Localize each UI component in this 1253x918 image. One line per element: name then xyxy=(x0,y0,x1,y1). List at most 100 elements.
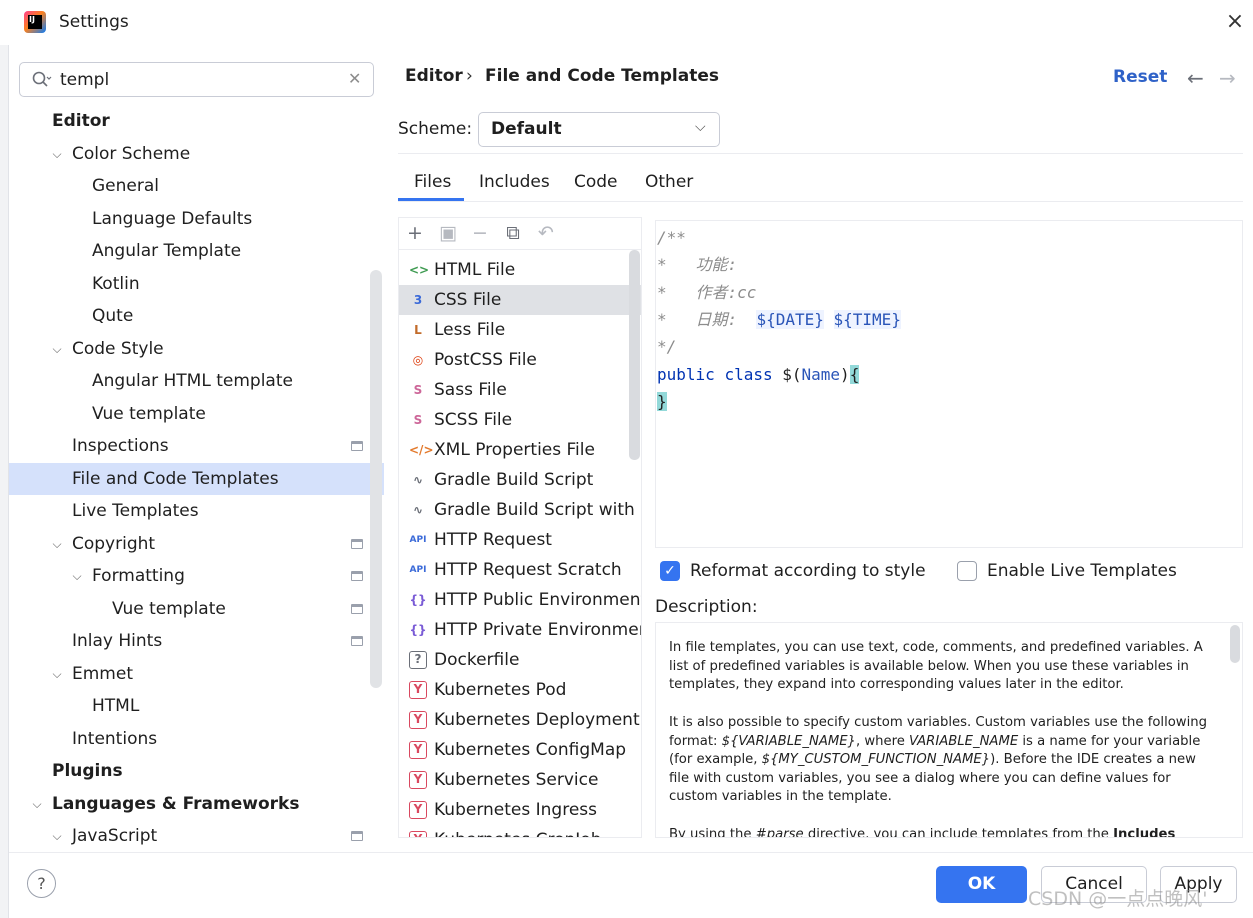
template-name: Kubernetes Pod xyxy=(434,680,567,700)
tab-other[interactable]: Other xyxy=(645,172,693,192)
forward-arrow-icon[interactable]: → xyxy=(1219,66,1236,90)
reformat-label[interactable]: Reformat according to style xyxy=(690,561,926,581)
template-list-item[interactable]: Y Kubernetes CronJob xyxy=(399,825,641,837)
chevron-down-icon[interactable]: ⌵ xyxy=(50,138,64,170)
chevron-down-icon[interactable]: ⌵ xyxy=(50,820,64,852)
tree-item[interactable]: General xyxy=(9,170,384,202)
template-list-item[interactable]: L Less File xyxy=(399,315,641,345)
tree-item[interactable]: File and Code Templates xyxy=(9,462,384,495)
template-list-item[interactable]: {} HTTP Public Environment F xyxy=(399,585,642,615)
tree-item-label: Qute xyxy=(92,306,134,326)
reformat-checkbox[interactable]: ✓ xyxy=(660,561,680,581)
tree-item[interactable]: HTML xyxy=(9,690,384,722)
tree-item[interactable]: ⌵ JavaScript xyxy=(9,820,384,852)
template-list-item[interactable]: ◎ PostCSS File xyxy=(399,345,641,375)
undo-icon[interactable]: ↶ xyxy=(535,222,557,244)
code-token: class xyxy=(724,364,773,384)
template-list-item[interactable]: Y Kubernetes Ingress xyxy=(399,795,641,825)
template-list-item[interactable]: Y Kubernetes Deployment xyxy=(399,705,641,735)
template-list-item[interactable]: API HTTP Request Scratch xyxy=(399,555,641,585)
tree-item-label: Emmet xyxy=(72,663,133,684)
template-list-item[interactable]: S Sass File xyxy=(399,375,641,405)
template-list-item[interactable]: ∿ Gradle Build Script with wra xyxy=(399,495,641,525)
template-list-item[interactable]: ? Dockerfile xyxy=(399,645,641,675)
template-list-panel: + ▣ − ⧉ ↶ <> HTML File 3 CSS File L Less File… xyxy=(398,217,642,838)
description-scrollbar[interactable] xyxy=(1230,625,1240,663)
template-name: Kubernetes Deployment xyxy=(434,710,640,730)
chevron-down-icon[interactable]: ⌵ xyxy=(30,788,44,820)
clear-search-icon[interactable]: ✕ xyxy=(348,69,361,88)
template-list-item[interactable]: 3 CSS File xyxy=(399,285,641,315)
tree-item[interactable]: Language Defaults xyxy=(9,203,384,235)
braces-icon: {} xyxy=(409,623,427,637)
remove-icon[interactable]: − xyxy=(469,222,491,244)
template-list-item[interactable]: S SCSS File xyxy=(399,405,641,435)
tree-item[interactable]: ⌵ Emmet xyxy=(9,658,384,690)
tree-item-label: Copyright xyxy=(72,533,156,554)
tree-item[interactable]: ⌵ Color Scheme xyxy=(9,138,384,170)
list-scrollbar[interactable] xyxy=(629,250,640,460)
template-list-item[interactable]: Y Kubernetes Service xyxy=(399,765,641,795)
back-arrow-icon[interactable]: ← xyxy=(1187,66,1204,90)
copy-icon[interactable]: ⧉ xyxy=(502,222,524,244)
add-icon[interactable]: + xyxy=(404,222,426,244)
template-list-item[interactable]: Y Kubernetes Pod xyxy=(399,675,641,705)
tree-item[interactable]: Qute xyxy=(9,300,384,332)
add-child-icon[interactable]: ▣ xyxy=(437,222,459,244)
tree-item[interactable]: Angular HTML template xyxy=(9,365,384,397)
tree-item[interactable]: Live Templates xyxy=(9,495,384,527)
tree-item[interactable]: ⌵ Formatting xyxy=(9,560,384,592)
tree-item[interactable]: Angular Template xyxy=(9,235,384,267)
settings-search[interactable]: ✕ xyxy=(19,62,374,97)
search-input[interactable] xyxy=(60,69,340,91)
tree-item[interactable]: Inspections xyxy=(9,430,384,462)
template-name: CSS File xyxy=(434,290,502,310)
tree-scrollbar[interactable] xyxy=(370,270,382,688)
reset-link[interactable]: Reset xyxy=(1113,67,1167,87)
tree-item[interactable]: ⌵ Languages & Frameworks xyxy=(9,788,384,820)
chevron-down-icon[interactable]: ⌵ xyxy=(50,333,64,365)
yaml-icon: Y xyxy=(409,711,427,729)
tab-code[interactable]: Code xyxy=(574,172,618,192)
help-icon[interactable]: ? xyxy=(27,869,56,898)
template-list-item[interactable]: Y Kubernetes ConfigMap xyxy=(399,735,641,765)
page-title: File and Code Templates xyxy=(485,66,719,86)
tree-item[interactable]: Editor xyxy=(9,105,384,137)
tree-item[interactable]: Plugins xyxy=(9,755,384,787)
live-templates-checkbox[interactable] xyxy=(957,561,977,581)
tab-includes[interactable]: Includes xyxy=(479,172,550,192)
template-name: PostCSS File xyxy=(434,350,537,370)
scheme-dropdown[interactable]: Default ⌵ xyxy=(478,112,720,147)
chevron-down-icon[interactable]: ⌵ xyxy=(50,658,64,690)
tree-item-label: JavaScript xyxy=(72,826,158,846)
tree-item[interactable]: Kotlin xyxy=(9,268,384,300)
template-list-item[interactable]: </> XML Properties File xyxy=(399,435,641,465)
api-icon: API xyxy=(409,535,427,545)
breadcrumb-root[interactable]: Editor xyxy=(405,66,463,86)
template-list-item[interactable]: <> HTML File xyxy=(399,255,641,285)
tree-item[interactable]: Vue template xyxy=(9,398,384,430)
tab-files[interactable]: Files xyxy=(414,172,451,192)
template-name: HTTP Public Environment F xyxy=(434,590,642,610)
ok-button[interactable]: OK xyxy=(936,866,1027,903)
tree-item[interactable]: Inlay Hints xyxy=(9,625,384,657)
template-name: Kubernetes ConfigMap xyxy=(434,740,627,760)
template-name: HTTP Private Environment F xyxy=(434,620,641,640)
template-list-item[interactable]: {} HTTP Private Environment F xyxy=(399,615,641,645)
live-templates-label[interactable]: Enable Live Templates xyxy=(987,561,1177,581)
scheme-value: Default xyxy=(491,119,562,139)
tree-item[interactable]: Vue template xyxy=(9,593,384,625)
close-icon[interactable]: × xyxy=(1224,11,1246,34)
tree-item[interactable]: ⌵ Copyright xyxy=(9,528,384,560)
template-code-editor[interactable]: /** * 功能: * 作者:cc * 日期: ${DATE} ${TIME} */ pu… xyxy=(655,220,1243,548)
template-list-item[interactable]: API HTTP Request xyxy=(399,525,641,555)
chevron-down-icon[interactable]: ⌵ xyxy=(70,560,84,592)
chevron-down-icon[interactable]: ⌵ xyxy=(50,528,64,560)
template-list-item[interactable]: ∿ Gradle Build Script xyxy=(399,465,641,495)
tree-item[interactable]: Intentions xyxy=(9,723,384,755)
tree-item[interactable]: ⌵ Code Style xyxy=(9,333,384,365)
scheme-label: Scheme: xyxy=(398,119,473,139)
code-line: * 日期: ${DATE} ${TIME} xyxy=(657,308,901,332)
description-paragraph-3: By using the #parse directive, you can i… xyxy=(669,826,1214,837)
